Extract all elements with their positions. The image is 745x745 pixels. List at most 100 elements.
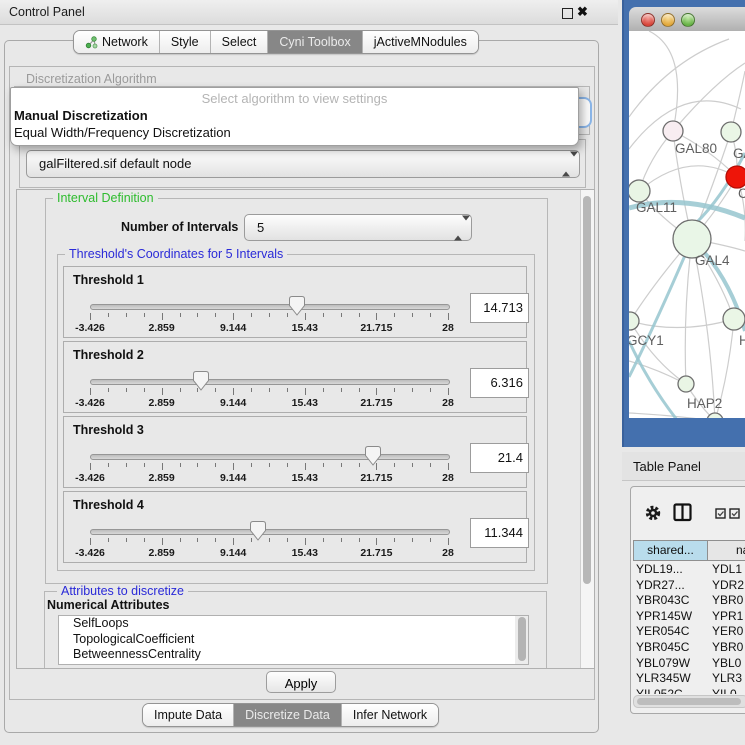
network-node[interactable] [726,166,745,188]
slider-thumb[interactable] [365,446,381,466]
column-header-name[interactable]: na [707,540,745,561]
checkbox-icon[interactable] [729,508,741,519]
threshold-panel: Threshold 3-3.4262.8599.14415.4321.71528… [63,416,527,488]
network-edge [629,361,686,384]
attribute-list-item[interactable]: BetweennessCentrality [59,647,528,663]
tab-cyni-toolbox[interactable]: Cyni Toolbox [268,31,362,53]
checkbox-icon[interactable] [715,508,727,519]
network-node[interactable] [663,121,683,141]
slider-tick [448,538,449,545]
network-edge [630,321,686,384]
slider-tick [412,313,413,317]
slider-tick [359,388,360,392]
tab-discretize-data[interactable]: Discretize Data [234,704,342,726]
slider-thumb[interactable] [289,296,305,316]
cell-name: YER0 [712,624,743,638]
network-node[interactable] [629,312,639,330]
slider-thumb[interactable] [193,371,209,391]
slider-tick [180,538,181,542]
slider-tick [233,388,234,395]
tab-select[interactable]: Select [211,31,269,53]
combo-spinner-icon[interactable] [454,220,462,235]
tab-infer-network[interactable]: Infer Network [342,704,438,726]
table-row[interactable]: YDR27...YDR2 [633,578,745,594]
slider-tick-label: 15.43 [275,397,335,409]
table-row[interactable]: YBL079WYBL0 [633,656,745,672]
slider-tick [215,388,216,392]
slider-tick [305,538,306,545]
cell-shared-name: YIL052C [636,687,683,694]
list-scrollbar[interactable] [515,616,528,664]
threshold-label: Threshold 1 [73,273,144,287]
network-window-titlebar[interactable] [629,7,745,32]
threshold-value-field[interactable]: 6.316 [470,368,529,398]
threshold-value-field[interactable]: 21.4 [470,443,529,473]
scrollbar-thumb[interactable] [637,698,741,705]
network-icon [85,36,98,49]
slider-track[interactable] [90,454,450,460]
tab-impute-data[interactable]: Impute Data [143,704,234,726]
cell-name: YLR3 [712,671,742,685]
popup-option-manual-discretization[interactable]: Manual Discretization [14,108,148,123]
popup-placeholder-option[interactable]: Select algorithm to view settings [11,91,578,106]
table-data-combo[interactable]: galFiltered.sif default node [26,150,580,178]
close-icon[interactable]: ✖ [577,4,588,20]
slider-tick [305,388,306,395]
slider-tick [126,388,127,392]
num-intervals-combo[interactable]: 5 [244,214,472,241]
table-row[interactable]: YDL19...YDL1 [633,562,745,578]
table-row[interactable]: YIL052CYIL0 [633,687,745,694]
slider-tick [287,538,288,542]
horizontal-scrollbar[interactable] [633,695,745,708]
slider-tick [269,313,270,317]
network-node[interactable] [629,180,650,202]
tab-jactivemnodules[interactable]: jActiveMNodules [363,31,478,53]
columns-icon[interactable] [673,503,693,522]
mac-zoom-button[interactable] [681,13,695,27]
network-node[interactable] [678,376,694,392]
network-node[interactable] [723,308,745,330]
attribute-list-item[interactable]: TopologicalCoefficient [59,632,528,648]
table-row[interactable]: YLR345WYLR3 [633,671,745,687]
slider-track[interactable] [90,379,450,385]
slider-tick-label: 2.859 [132,472,192,484]
network-node[interactable] [721,122,741,142]
slider-tick-label: 15.43 [275,322,335,334]
cyni-mode-tabs: Impute Data Discretize Data Infer Networ… [142,703,439,727]
node-label: C [738,186,745,201]
slider-tick [162,538,163,545]
column-header-shared-name[interactable]: shared... [633,540,708,561]
network-node[interactable] [707,413,723,418]
slider-track[interactable] [90,304,450,310]
tab-style[interactable]: Style [160,31,211,53]
slider-tick [144,313,145,317]
table-row[interactable]: YER054CYER0 [633,624,745,640]
slider-tick [305,313,306,320]
threshold-value-field[interactable]: 11.344 [470,518,529,548]
network-canvas[interactable]: GAL80GALCGAL11GAL4GCY1HHAP2 [629,31,745,418]
slider-tick [430,538,431,542]
slider-track[interactable] [90,529,450,535]
table-row[interactable]: YBR045CYBR0 [633,640,745,656]
threshold-value-field[interactable]: 14.713 [470,293,529,323]
slider-tick-label: 9.144 [203,547,263,559]
gear-icon[interactable] [644,504,662,522]
popup-option-equal-width[interactable]: Equal Width/Frequency Discretization [14,125,231,140]
vertical-scrollbar[interactable] [580,190,594,668]
node-label: GAL80 [675,141,717,156]
mac-close-button[interactable] [641,13,655,27]
scrollbar-thumb[interactable] [583,196,591,584]
apply-button[interactable]: Apply [266,671,336,693]
float-window-icon[interactable] [562,8,573,19]
combo-spinner-icon[interactable] [562,157,570,172]
table-row[interactable]: YPR145WYPR1 [633,609,745,625]
slider-tick [323,463,324,467]
slider-thumb[interactable] [250,521,266,541]
slider-tick-label: -3.426 [60,547,120,559]
slider-tick [215,313,216,317]
mac-minimize-button[interactable] [661,13,675,27]
table-row[interactable]: YBR043CYBR0 [633,593,745,609]
control-panel-tabs: Network Style Select Cyni Toolbox jActiv… [73,30,479,54]
attribute-list-item[interactable]: SelfLoops [59,616,528,632]
tab-network[interactable]: Network [74,31,160,53]
